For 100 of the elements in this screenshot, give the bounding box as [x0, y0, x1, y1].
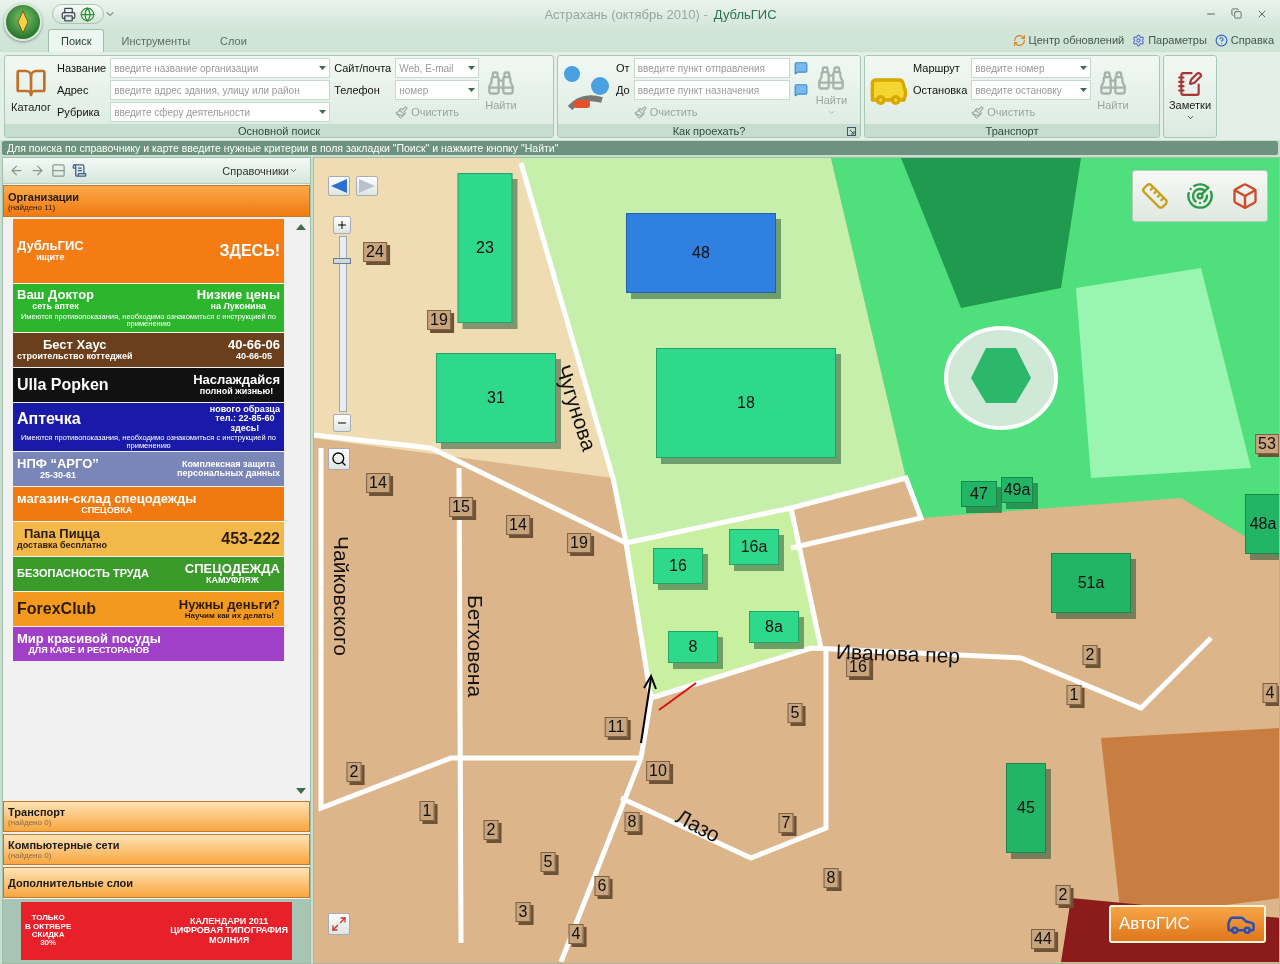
scroll-icon[interactable] [72, 163, 87, 178]
pick-point-icon[interactable] [793, 61, 808, 75]
building: 51а [1051, 553, 1131, 613]
search-field[interactable]: введите номер [971, 58, 1092, 78]
ad-banner[interactable]: ForexClub Нужны деньги? Научим как их делать! [13, 592, 284, 626]
building: 4 [568, 924, 584, 944]
field-label: От [616, 62, 630, 74]
building: 16а [729, 529, 779, 565]
building: 5 [540, 852, 556, 872]
search-field[interactable]: введите название организации [110, 58, 331, 78]
building: 6 [594, 876, 610, 896]
scroll-up-icon[interactable] [296, 224, 306, 230]
cube-icon[interactable] [1230, 182, 1259, 210]
building: 47 [961, 481, 997, 507]
zoom-thumb[interactable] [333, 258, 351, 265]
ribbon-tab[interactable]: Слои [207, 29, 260, 52]
scroll-down-icon[interactable] [296, 788, 306, 794]
forward-icon[interactable] [30, 163, 45, 178]
banner-text: ForexClub [17, 600, 97, 618]
building: 24 [363, 242, 387, 262]
radar-icon[interactable] [1186, 182, 1214, 210]
back-arrow-icon[interactable] [328, 176, 350, 196]
ad-banner[interactable]: Мир красивой посуды ДЛЯ КАФЕ И РЕСТОРАНОВ [13, 627, 284, 661]
catalog-button[interactable]: Каталог [9, 67, 53, 113]
caret-icon [1185, 113, 1195, 122]
ad-banner[interactable]: Бест Хаус строительство коттеджей 40-66-06 40-66-05 [13, 333, 284, 367]
brush-icon [633, 105, 647, 119]
field-label: Остановка [913, 84, 968, 96]
search-field[interactable]: введите остановку [971, 80, 1092, 100]
banner-text: Низкие цены [196, 288, 280, 303]
menu-link[interactable]: Параметры [1132, 33, 1207, 47]
result-count: (найдено 11) [8, 202, 56, 212]
restore-icon[interactable] [1231, 8, 1242, 19]
ad-banner[interactable]: ТОЛЬКО В ОКТЯБРЕ СКИДКА 30% КАЛЕНДАРИ 2011 ЦИФРОВАЯ ТИПОГРАФИЯ МОЛНИЯ [21, 902, 292, 960]
menu-link[interactable]: Центр обновлений [1012, 33, 1125, 47]
street-name: Бетховена [463, 594, 487, 698]
notes-button[interactable]: Заметки [1164, 56, 1216, 137]
banner-text: тел.: 22-85-60 [215, 414, 275, 424]
building: 53 [1255, 434, 1279, 454]
ribbon-tab[interactable]: Инструменты [108, 29, 204, 52]
ad-banner[interactable]: Ulla Popken Наслаждайся полной жизнью! [13, 368, 284, 402]
banner-text: СКИДКА [31, 931, 65, 939]
building: 44 [1031, 929, 1055, 949]
caret-icon [289, 166, 298, 175]
building: 48а [1245, 494, 1279, 554]
search-field[interactable]: номер [395, 80, 480, 100]
search-field[interactable]: введите сферу деятельности [110, 102, 331, 122]
building: 5 [787, 703, 803, 723]
banner-text: В ОКТЯБРЕ [25, 922, 72, 931]
building: 14 [506, 515, 530, 535]
banner-text: ЗДЕСЬ! [219, 242, 280, 260]
result-count: (найдено 0) [8, 851, 52, 860]
section-header[interactable]: Компьютерные сети (найдено 0) [3, 834, 310, 865]
banner-text: Комплексная защита [181, 459, 275, 469]
zoom-out-button[interactable] [333, 414, 351, 432]
globe-icon[interactable] [80, 6, 95, 22]
building: 49а [1001, 477, 1033, 503]
list-icon[interactable] [51, 163, 66, 178]
refresh-icon [1012, 33, 1026, 47]
print-icon[interactable] [61, 6, 76, 22]
menu-link[interactable]: Справка [1214, 33, 1274, 47]
zoom-in-button[interactable] [333, 216, 351, 234]
search-field[interactable]: введите адрес здания, улицу или район [110, 80, 331, 100]
banner-text: полной жизнью! [199, 387, 274, 397]
back-icon[interactable] [9, 163, 24, 178]
close-icon[interactable] [1256, 8, 1268, 20]
search-field[interactable]: Web, E-mail [395, 58, 480, 78]
banner-text: 40-66-05 [235, 352, 272, 362]
banner-text: доставка бесплатно [17, 541, 107, 551]
brush-icon [395, 105, 409, 119]
ad-banner[interactable]: Папа Пицца доставка бесплатно 453-222 [13, 522, 284, 556]
banner-text: нового образца [209, 404, 280, 414]
section-header[interactable]: Дополнительные слои [3, 867, 310, 898]
ad-banner[interactable]: БЕЗОПАСНОСТЬ ТРУДА СПЕЦОДЕЖДА КАМУФЛЯЖ [13, 557, 284, 591]
fit-view-button[interactable] [328, 913, 350, 935]
building: 31 [436, 353, 556, 443]
brush-icon [971, 105, 985, 119]
banner-text: ЦИФРОВАЯ ТИПОГРАФИЯ [170, 926, 288, 936]
forward-arrow-icon[interactable] [356, 176, 378, 196]
directories-button[interactable]: Справочники [216, 163, 304, 178]
pick-point-icon[interactable] [793, 83, 808, 97]
building: 18 [656, 348, 836, 458]
search-field[interactable]: введите пункт отправления [633, 58, 790, 78]
building: 2 [483, 820, 499, 840]
magnifier-button[interactable] [328, 448, 350, 470]
expand-icon[interactable] [847, 127, 856, 136]
section-header[interactable]: Организации (найдено 11) [3, 185, 310, 217]
dropdown-caret-icon [319, 66, 327, 70]
expand-arrows-icon [331, 916, 347, 932]
search-icon [331, 451, 347, 467]
section-header[interactable]: Транспорт (найдено 0) [3, 801, 310, 832]
ad-banner[interactable]: НПФ “АРГО” 25-30-61 Комплексная защита персональных данных [13, 452, 284, 486]
building: 15 [449, 497, 473, 517]
search-field[interactable]: введите пункт назначения [633, 80, 790, 100]
building: 8 [823, 868, 839, 888]
ribbon-tab[interactable]: Поиск [48, 29, 105, 52]
zoom-slider[interactable] [332, 236, 352, 412]
building: 3 [515, 902, 531, 922]
group-title: Основной поиск [238, 124, 320, 137]
ruler-icon[interactable] [1141, 182, 1170, 210]
